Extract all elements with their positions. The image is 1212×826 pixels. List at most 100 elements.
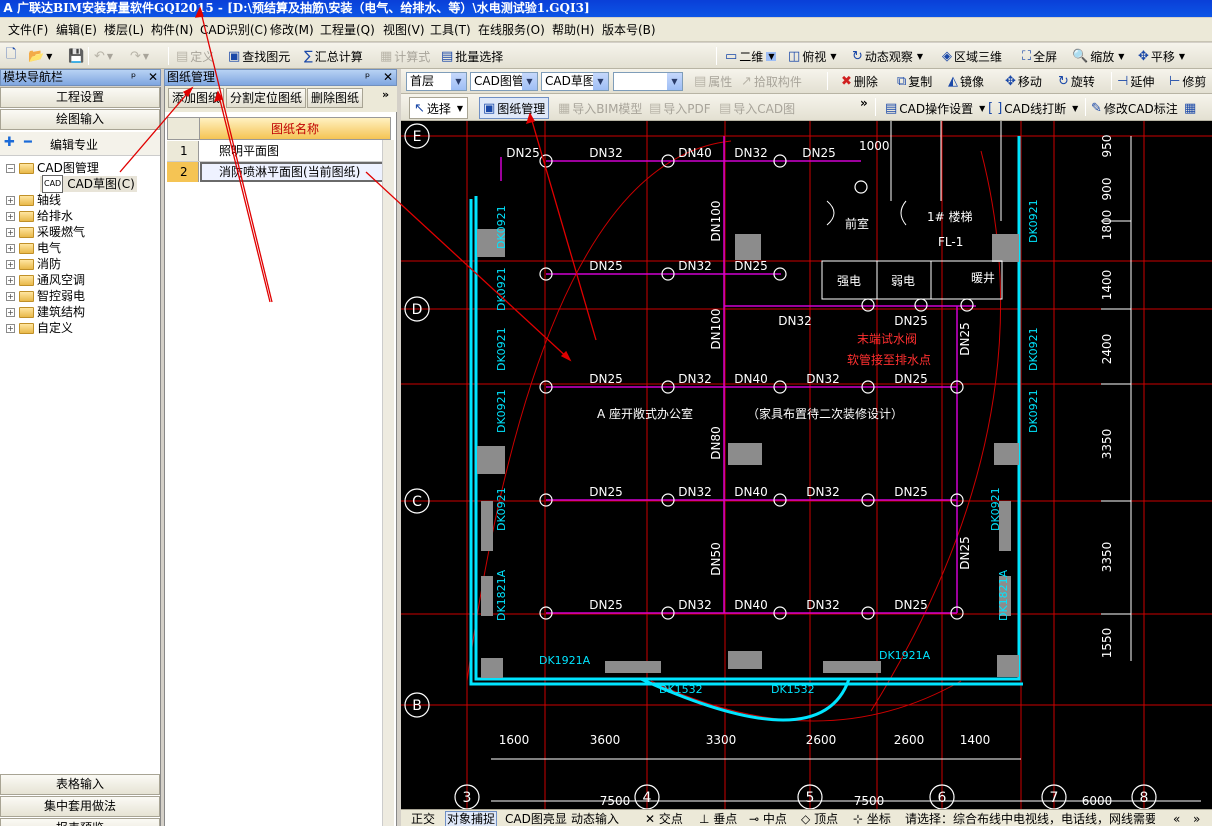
table-row[interactable]: 2 消防喷淋平面图(当前图纸) (167, 162, 391, 183)
vertex-snap[interactable]: ◇ 顶点 (801, 812, 838, 826)
more-icon[interactable]: » (860, 96, 868, 110)
modify-cad-label-button[interactable]: ✎ 修改CAD标注 (1091, 97, 1178, 119)
delete-drawing-button[interactable]: 删除图纸 (307, 88, 364, 108)
layer-select[interactable]: ▼ (613, 72, 683, 91)
floor-select[interactable]: 首层 ▼ (406, 72, 467, 91)
open-button[interactable]: 📂 ▼ (28, 45, 52, 67)
pin-icon[interactable]: ᵖ (131, 70, 136, 85)
tree-item-fire[interactable]: + 消防 (6, 256, 61, 272)
expand-icon[interactable]: + (6, 227, 15, 237)
snap-toggle[interactable]: 对象捕捉 (445, 811, 498, 826)
menu-edit[interactable]: 编辑(E) (56, 22, 97, 38)
centralized-method-button[interactable]: 集中套用做法 (0, 796, 160, 817)
cad-canvas[interactable]: E D C B 3 4 5 6 7 8 DN25 DN32 DN40 DN32 … (401, 121, 1212, 809)
coordinate-snap[interactable]: ⊹ 坐标 (853, 812, 891, 826)
expand-icon[interactable]: + (6, 195, 15, 205)
collapse-icon[interactable]: − (6, 163, 15, 173)
import-bim-button[interactable]: ▦ 导入BIM模型 (558, 97, 642, 119)
cad-highlight-toggle[interactable]: CAD图亮显 (505, 812, 567, 826)
import-pdf-button[interactable]: ▤ 导入PDF (649, 97, 711, 119)
add-specialty-icon[interactable]: ✚ (4, 135, 15, 150)
scroll-left-icon[interactable]: « (1173, 812, 1180, 826)
tree-item-hvac[interactable]: + 通风空调 (6, 272, 85, 288)
menu-cad-recognize[interactable]: CAD识别(C) (200, 22, 268, 38)
save-button[interactable]: 💾 (68, 45, 86, 67)
tree-item-structure[interactable]: + 建筑结构 (6, 304, 85, 320)
close-icon[interactable]: ✕ (383, 70, 393, 85)
tree-item-axis[interactable]: + 轴线 (6, 192, 61, 208)
tree-item-heating[interactable]: + 采暖燃气 (6, 224, 85, 240)
select-button[interactable]: ↖ 选择 ▼ (409, 97, 469, 119)
define-button[interactable]: ▤ 定义 (176, 45, 214, 67)
view-mode-dropdown[interactable]: ▭ 二维 ▼ (725, 45, 777, 67)
dynamic-view-button[interactable]: ↻ 动态观察 ▼ (852, 45, 923, 67)
midpoint-snap[interactable]: ⊸ 中点 (749, 812, 787, 826)
edit-specialty-label[interactable]: 编辑专业 (50, 136, 98, 153)
cad-sketch-select[interactable]: CAD草图 ▼ (541, 72, 609, 91)
menu-quantity[interactable]: 工程量(Q) (320, 22, 375, 38)
pin-icon[interactable]: ᵖ (365, 70, 370, 85)
zoom-button[interactable]: 🔍 缩放 ▼ (1072, 45, 1124, 67)
extend-button[interactable]: ⊣ 延伸 (1117, 70, 1154, 92)
calc-formula-button[interactable]: ▦ 计算式 (380, 45, 430, 67)
intersection-snap[interactable]: ✕ 交点 (645, 812, 683, 826)
scroll-right-icon[interactable]: » (1193, 812, 1200, 826)
menu-version[interactable]: 版本号(B) (602, 22, 656, 38)
tree-item-water[interactable]: + 给排水 (6, 208, 73, 224)
expand-icon[interactable]: + (6, 291, 15, 301)
mirror-button[interactable]: ◭ 镜像 (948, 70, 984, 92)
expand-icon[interactable]: + (6, 211, 15, 221)
table-row[interactable]: 1 照明平面图 (167, 141, 391, 162)
top-view-button[interactable]: ◫ 俯视 ▼ (788, 45, 836, 67)
expand-icon[interactable]: + (6, 323, 15, 333)
trim-button[interactable]: ⊢ 修剪 (1169, 70, 1206, 92)
delete-button[interactable]: ✖ 删除 (841, 70, 878, 92)
pick-component-button[interactable]: ↗ 拾取构件 (741, 70, 802, 92)
add-drawing-button[interactable]: 添加图纸 (168, 88, 225, 108)
dynamic-input-toggle[interactable]: 动态输入 (571, 812, 619, 826)
split-drawing-button[interactable]: 分割定位图纸 (226, 88, 307, 108)
remove-specialty-icon[interactable]: ━ (24, 135, 32, 150)
menu-component[interactable]: 构件(N) (151, 22, 193, 38)
menu-floor[interactable]: 楼层(L) (104, 22, 144, 38)
batch-select-button[interactable]: ▤ 批量选择 (441, 45, 503, 67)
region-3d-button[interactable]: ◈ 区域三维 (942, 45, 1002, 67)
perpendicular-snap[interactable]: ⊥ 垂点 (699, 812, 737, 826)
cad-manage-select[interactable]: CAD图管理 ▼ (470, 72, 538, 91)
fullscreen-button[interactable]: ⛶ 全屏 (1022, 45, 1057, 67)
copy-button[interactable]: ⧉ 复制 (897, 70, 932, 92)
tree-item-cad-sketch[interactable]: CAD CAD草图(C) (40, 175, 137, 193)
rotate-button[interactable]: ↻ 旋转 (1058, 70, 1095, 92)
ortho-toggle[interactable]: 正交 (411, 812, 435, 826)
menu-file[interactable]: 文件(F) (8, 22, 48, 38)
report-preview-button[interactable]: 报表预览 (0, 818, 160, 826)
tree-item-custom[interactable]: + 自定义 (6, 320, 73, 336)
menu-modify[interactable]: 修改(M) (270, 22, 314, 38)
cad-extra-button[interactable]: ▦ (1184, 97, 1198, 119)
drawing-manage-button[interactable]: ▣ 图纸管理 (479, 97, 550, 119)
cad-settings-button[interactable]: ▤ CAD操作设置 ▼ (885, 97, 985, 119)
redo-button[interactable]: ↷ ▼ (130, 45, 149, 67)
cad-line-break-button[interactable]: [ ] CAD线打断 ▼ (988, 97, 1078, 119)
expand-icon[interactable]: + (6, 243, 15, 253)
move-button[interactable]: ✥ 移动 (1005, 70, 1042, 92)
close-icon[interactable]: ✕ (148, 70, 158, 85)
tree-item-cad-manage[interactable]: − CAD图管理 (6, 160, 99, 176)
undo-button[interactable]: ↶ ▼ (94, 45, 113, 67)
menu-view[interactable]: 视图(V) (383, 22, 425, 38)
properties-button[interactable]: ▤ 属性 (694, 70, 732, 92)
pan-button[interactable]: ✥ 平移 ▼ (1138, 45, 1185, 67)
import-cad-button[interactable]: ▤ 导入CAD图 (719, 97, 795, 119)
expand-icon[interactable]: + (6, 259, 15, 269)
menu-online[interactable]: 在线服务(O) (478, 22, 545, 38)
menu-tools[interactable]: 工具(T) (430, 22, 471, 38)
expand-icon[interactable]: + (6, 275, 15, 285)
expand-icon[interactable]: + (6, 307, 15, 317)
project-settings-button[interactable]: 工程设置 (0, 87, 160, 108)
drawing-input-button[interactable]: 绘图输入 (0, 109, 160, 130)
vertical-scrollbar[interactable] (382, 140, 394, 826)
tree-item-electric[interactable]: + 电气 (6, 240, 61, 256)
tree-item-smart[interactable]: + 智控弱电 (6, 288, 85, 304)
menu-help[interactable]: 帮助(H) (552, 22, 594, 38)
table-input-button[interactable]: 表格输入 (0, 774, 160, 795)
